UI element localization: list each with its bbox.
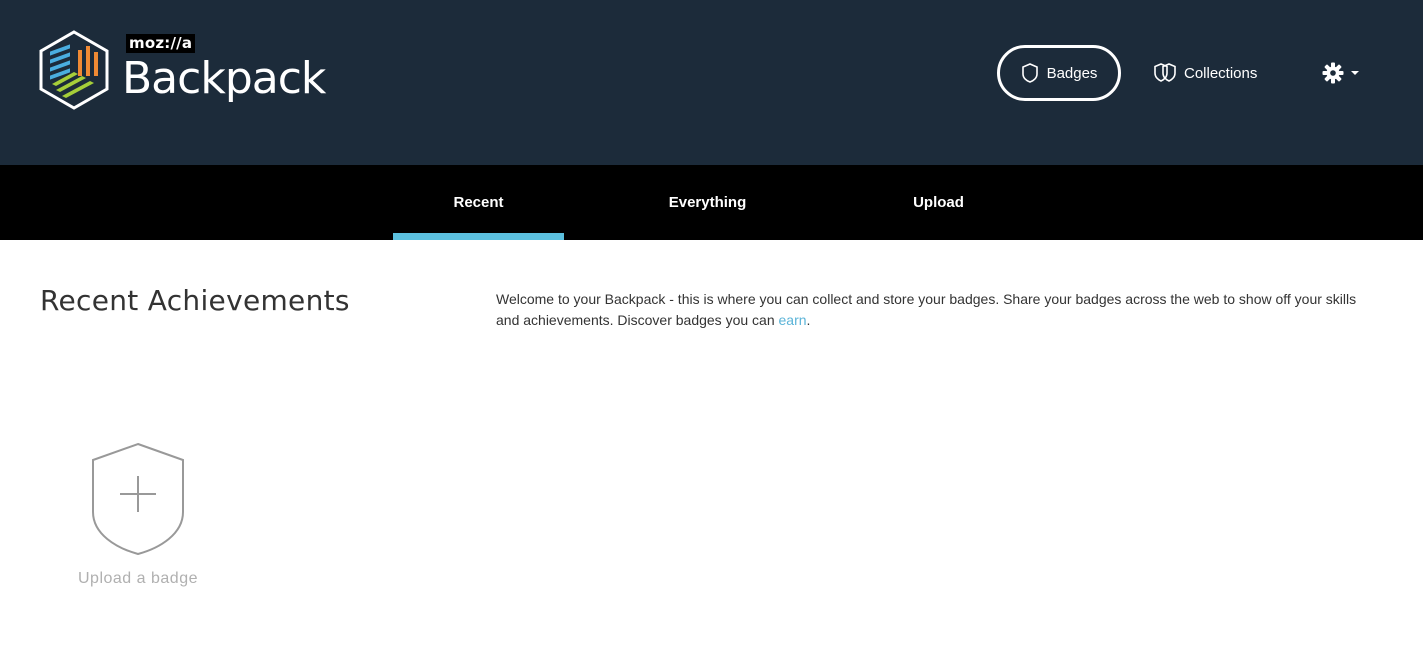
- caret-down-icon: [1350, 70, 1360, 76]
- mozilla-brand: moz://a: [126, 34, 196, 53]
- tab-recent-label: Recent: [453, 194, 504, 211]
- header: moz://a Backpack Badges Collections: [0, 0, 1423, 165]
- backpack-logo[interactable]: moz://a Backpack: [38, 30, 328, 110]
- backpack-logo-icon: [39, 30, 109, 110]
- shield-plus-icon: [92, 442, 184, 556]
- product-name: Backpack: [122, 53, 326, 104]
- intro-body: Welcome to your Backpack - this is where…: [496, 291, 1357, 328]
- shield-icon: [1021, 63, 1039, 83]
- intro-text: Welcome to your Backpack - this is where…: [496, 289, 1376, 331]
- gear-icon: [1322, 62, 1344, 84]
- tab-bar: Recent Everything Upload: [0, 165, 1423, 240]
- earn-link[interactable]: earn: [779, 312, 807, 328]
- tab-upload-label: Upload: [913, 194, 964, 211]
- nav-badges-label: Badges: [1046, 64, 1098, 82]
- tab-recent[interactable]: Recent: [393, 165, 564, 240]
- tab-everything[interactable]: Everything: [622, 165, 793, 240]
- tab-everything-label: Everything: [668, 194, 747, 211]
- intro-end: .: [806, 312, 811, 328]
- upload-badge-tile[interactable]: Upload a badge: [58, 440, 218, 600]
- nav-collections-label: Collections: [1184, 64, 1258, 82]
- settings-menu-button[interactable]: [1322, 58, 1368, 88]
- nav-collections-link[interactable]: Collections: [1152, 45, 1257, 101]
- nav-badges-button[interactable]: Badges: [997, 45, 1121, 101]
- tab-upload[interactable]: Upload: [853, 165, 1024, 240]
- collections-shields-icon: [1152, 63, 1178, 83]
- page-title: Recent Achievements: [40, 284, 350, 317]
- upload-badge-label: Upload a badge: [78, 570, 198, 587]
